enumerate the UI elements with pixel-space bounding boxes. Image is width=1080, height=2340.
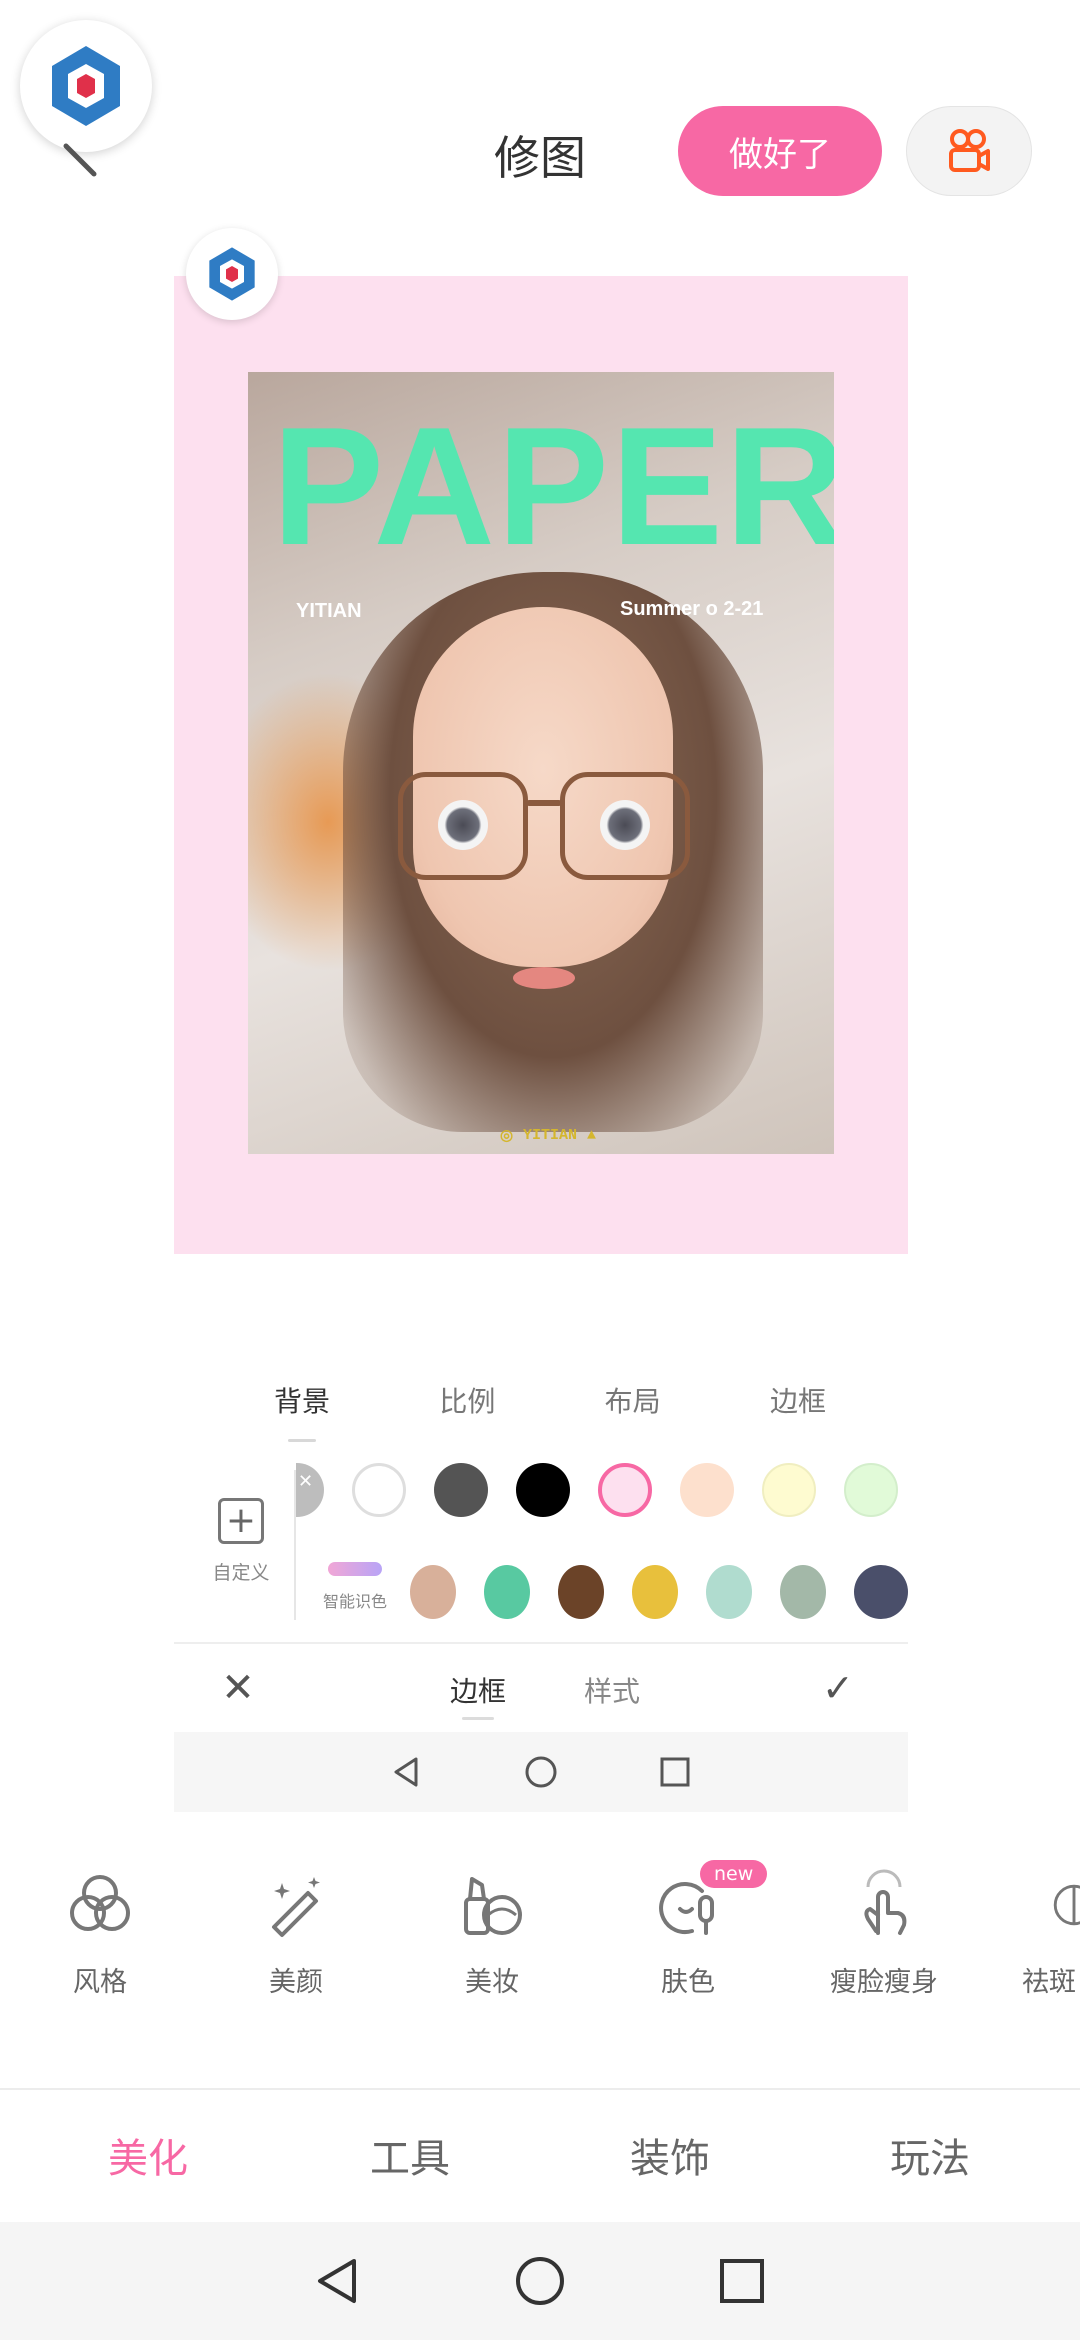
edited-photo[interactable]: PAPER YITIAN Summer o 2-21 ◎ YITIAN ▲ bbox=[248, 372, 834, 1154]
color-swatch[interactable] bbox=[706, 1565, 752, 1619]
tool-skin-tone-label: 肤色 bbox=[661, 1967, 715, 1998]
recents-square-icon[interactable] bbox=[658, 1755, 692, 1789]
tool-makeup-label: 美妆 bbox=[465, 1967, 519, 1998]
smart-color-label: 智能识色 bbox=[322, 1592, 387, 1611]
tool-spot-removal[interactable]: 祛斑 bbox=[980, 1860, 1080, 1999]
bottom-tab-bar: 美化 工具 装饰 玩法 bbox=[0, 2126, 1080, 2186]
tab-border[interactable]: 边框 bbox=[766, 1380, 830, 1430]
canvas-logo-badge bbox=[186, 228, 278, 320]
poster-right-text: Summer o 2-21 bbox=[620, 598, 764, 620]
home-circle-icon[interactable] bbox=[514, 2255, 566, 2307]
close-icon[interactable]: ✕ bbox=[218, 1668, 258, 1708]
poster-footer-text: YITIAN bbox=[523, 1126, 578, 1144]
color-swatch[interactable] bbox=[434, 1463, 488, 1517]
tool-strip: 风格 美颜 美妆 new 肤色 瘦脸瘦身 祛斑 bbox=[0, 1860, 1080, 2010]
magic-wand-icon bbox=[272, 1877, 320, 1937]
color-swatch[interactable] bbox=[632, 1565, 678, 1619]
tab-decorate[interactable]: 装饰 bbox=[570, 2126, 770, 2184]
tab-style[interactable]: 样式 bbox=[584, 1670, 640, 1710]
custom-color-button[interactable]: + 自定义 bbox=[196, 1498, 286, 1598]
tool-skin-tone[interactable]: new 肤色 bbox=[608, 1860, 768, 1999]
color-swatch[interactable] bbox=[844, 1463, 898, 1517]
back-triangle-icon[interactable] bbox=[390, 1755, 424, 1789]
tab-play[interactable]: 玩法 bbox=[830, 2126, 1030, 2184]
color-swatch[interactable] bbox=[484, 1565, 530, 1619]
tab-background[interactable]: 背景 bbox=[270, 1380, 334, 1442]
plus-square-icon: + bbox=[218, 1498, 264, 1544]
tool-style-label: 风格 bbox=[73, 1967, 127, 1998]
divider bbox=[0, 2088, 1080, 2090]
color-swatch[interactable] bbox=[762, 1463, 816, 1517]
color-swatch[interactable] bbox=[854, 1565, 908, 1619]
mode-tabs: 边框 样式 bbox=[450, 1670, 640, 1720]
tool-beauty[interactable]: 美颜 bbox=[216, 1860, 376, 1999]
new-badge: new bbox=[700, 1860, 768, 1888]
tab-beautify[interactable]: 美化 bbox=[48, 2126, 248, 2184]
tool-makeup[interactable]: 美妆 bbox=[412, 1860, 572, 1999]
video-button[interactable] bbox=[906, 106, 1032, 196]
divider bbox=[174, 1642, 908, 1644]
globe-icon: ◎ bbox=[499, 1127, 514, 1145]
tool-slim[interactable]: 瘦脸瘦身 bbox=[804, 1860, 964, 1999]
color-swatch[interactable] bbox=[352, 1463, 406, 1517]
swatch-row-1 bbox=[296, 1460, 908, 1520]
app-logo-icon bbox=[52, 46, 120, 126]
tab-frame[interactable]: 边框 bbox=[450, 1670, 506, 1720]
makeup-icon bbox=[464, 1877, 522, 1935]
swatch-row-2 bbox=[410, 1562, 908, 1622]
poster-title: PAPER bbox=[272, 392, 834, 580]
inner-navigation-bar bbox=[174, 1732, 908, 1812]
tab-ratio[interactable]: 比例 bbox=[435, 1380, 499, 1430]
done-button[interactable]: 做好了 bbox=[678, 106, 882, 196]
video-camera-icon bbox=[949, 129, 990, 172]
confirm-check-icon[interactable]: ✓ bbox=[822, 1666, 854, 1710]
color-swatch[interactable] bbox=[516, 1463, 570, 1517]
photo-lips bbox=[513, 967, 575, 989]
background-subtabs: 背景 比例 布局 边框 bbox=[270, 1380, 830, 1442]
tab-layout[interactable]: 布局 bbox=[601, 1380, 665, 1430]
poster-footer: ◎ YITIAN ▲ bbox=[368, 1124, 728, 1146]
poster-left-text: YITIAN bbox=[296, 600, 362, 622]
color-swatch[interactable] bbox=[558, 1565, 604, 1619]
glasses-lens-left bbox=[398, 772, 528, 880]
glasses-bridge bbox=[526, 800, 562, 806]
glasses-lens-right bbox=[560, 772, 690, 880]
spot-removal-icon bbox=[1053, 1884, 1080, 1926]
color-swatch-selected[interactable] bbox=[598, 1463, 652, 1517]
smart-color-gradient bbox=[328, 1562, 382, 1576]
tab-tools[interactable]: 工具 bbox=[310, 2126, 510, 2184]
color-swatch[interactable] bbox=[410, 1565, 456, 1619]
home-circle-icon[interactable] bbox=[524, 1755, 558, 1789]
recents-square-icon[interactable] bbox=[716, 2255, 768, 2307]
tool-spot-removal-label: 祛斑 bbox=[1022, 1967, 1076, 1998]
no-color-swatch[interactable] bbox=[296, 1463, 324, 1517]
back-triangle-icon[interactable] bbox=[312, 2255, 364, 2307]
color-swatch[interactable] bbox=[680, 1463, 734, 1517]
tool-beauty-label: 美颜 bbox=[269, 1967, 323, 1998]
app-logo-icon bbox=[209, 247, 255, 301]
custom-label: 自定义 bbox=[212, 1562, 270, 1584]
color-swatch[interactable] bbox=[780, 1565, 826, 1619]
slim-hand-icon bbox=[864, 1869, 907, 1935]
style-circles-icon bbox=[70, 1875, 130, 1931]
smart-color-button[interactable]: 智能识色 bbox=[318, 1562, 392, 1612]
tool-slim-label: 瘦脸瘦身 bbox=[830, 1967, 938, 1998]
tool-style[interactable]: 风格 bbox=[20, 1860, 180, 1999]
system-navigation-bar bbox=[0, 2222, 1080, 2340]
warning-icon: ▲ bbox=[587, 1126, 597, 1144]
